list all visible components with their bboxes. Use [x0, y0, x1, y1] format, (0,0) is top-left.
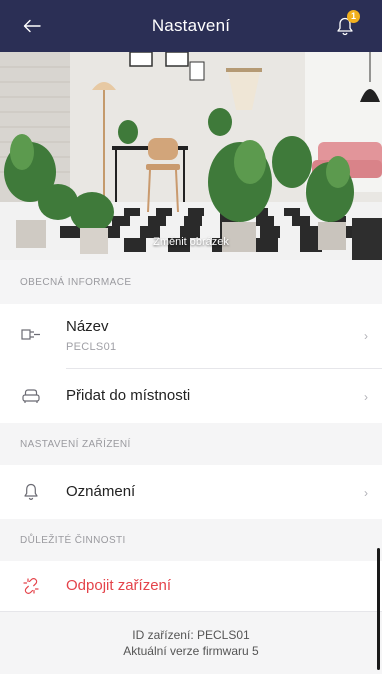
firmware-version-text: Aktuální verze firmwaru 5	[123, 644, 259, 658]
section-header-general: OBECNÁ INFORMACE	[0, 260, 382, 304]
room-photo-image	[0, 52, 382, 260]
add-to-room-row[interactable]: Přidat do místnosti ›	[0, 369, 382, 423]
change-image-label: Změnit obrázek	[153, 236, 229, 248]
chevron-right-icon: ›	[364, 390, 368, 404]
top-bar: Nastavení 1	[0, 0, 382, 52]
device-photo[interactable]: Změnit obrázek	[0, 52, 382, 260]
sofa-icon	[20, 385, 42, 407]
arrow-left-icon	[23, 19, 41, 33]
page-title: Nastavení	[151, 16, 231, 35]
notifications-button[interactable]: 1	[330, 10, 360, 42]
unlink-icon	[20, 575, 42, 597]
bell-icon	[20, 481, 42, 503]
disconnect-device-row[interactable]: Odpojit zařízení	[0, 561, 382, 611]
notifications-label: Oznámení	[66, 483, 136, 500]
section-header-important: DŮLEŽITÉ ČINNOSTI	[0, 519, 382, 561]
device-info-footer: ID zařízení: PECLS01 Aktuální verze firm…	[0, 612, 382, 674]
device-name-label: Název	[66, 318, 109, 335]
chevron-right-icon: ›	[364, 486, 368, 500]
device-id-text: ID zařízení: PECLS01	[132, 628, 250, 642]
section-header-device-settings: NASTAVENÍ ZAŘÍZENÍ	[0, 423, 382, 465]
notification-badge: 1	[347, 10, 360, 23]
back-button[interactable]	[18, 12, 46, 40]
notifications-row[interactable]: Oznámení ›	[0, 465, 382, 519]
disconnect-device-label: Odpojit zařízení	[66, 577, 172, 594]
scrollbar[interactable]	[377, 548, 380, 670]
device-name-row[interactable]: Název PECLS01 ›	[0, 304, 382, 366]
device-plug-icon	[20, 324, 42, 346]
add-to-room-label: Přidat do místnosti	[66, 387, 191, 404]
device-name-value: PECLS01	[66, 341, 117, 353]
chevron-right-icon: ›	[364, 329, 368, 343]
